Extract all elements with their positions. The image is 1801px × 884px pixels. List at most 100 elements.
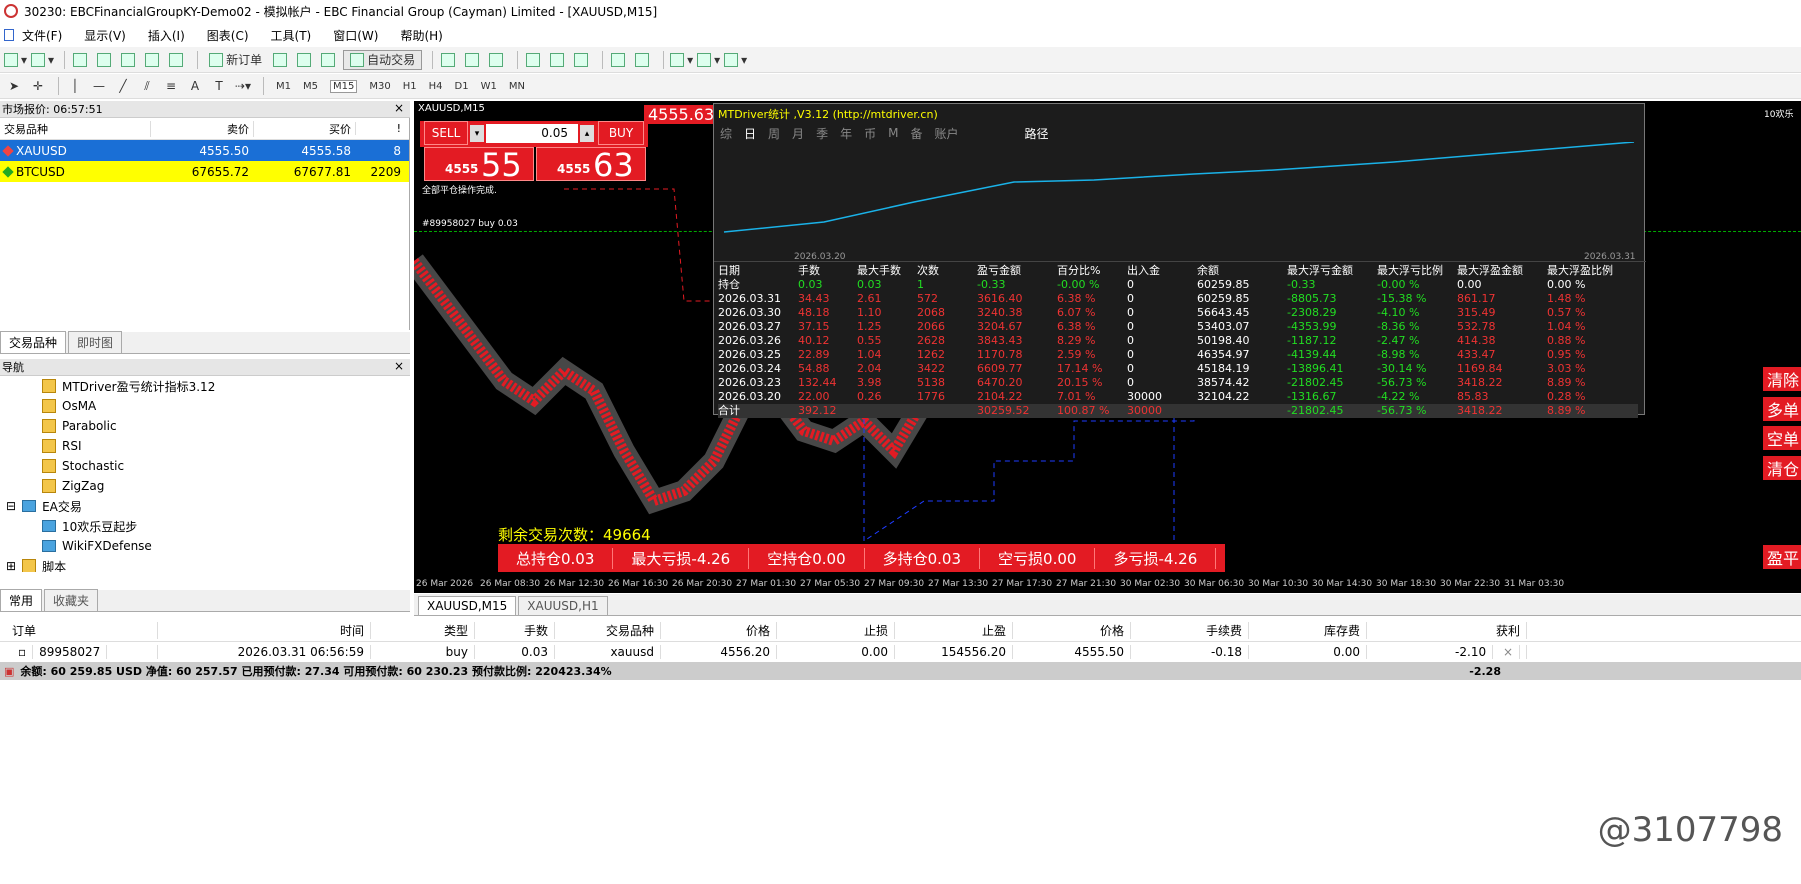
text-tool[interactable]: A [185, 76, 205, 96]
vps-button[interactable] [319, 50, 339, 70]
terminal-toggle[interactable] [143, 50, 163, 70]
sell-order-button[interactable]: 空单 [1763, 426, 1801, 450]
menu-window[interactable]: 窗口(W) [333, 27, 378, 44]
menu-help[interactable]: 帮助(H) [400, 27, 442, 44]
tf-d1[interactable]: D1 [455, 81, 469, 92]
crosshair-tool[interactable]: ✛ [28, 76, 48, 96]
tree-item[interactable]: OsMA [0, 396, 410, 416]
tab-favorites[interactable]: 收藏夹 [44, 589, 99, 611]
tab-common[interactable]: 常用 [0, 589, 43, 611]
menu-tools[interactable]: 工具(T) [271, 27, 312, 44]
menu-charts[interactable]: 图表(C) [207, 27, 249, 44]
tf-m1[interactable]: M1 [276, 81, 291, 92]
buy-button[interactable]: BUY [598, 121, 644, 145]
menu-file[interactable]: 文件(F) [22, 27, 62, 44]
data-window-toggle[interactable] [95, 50, 115, 70]
chart-shift-button[interactable] [609, 50, 629, 70]
close-all-button[interactable]: 清仓 [1763, 456, 1801, 480]
metaeditor-button[interactable] [271, 50, 291, 70]
tile-windows-button[interactable] [572, 50, 592, 70]
bar-chart-button[interactable] [439, 50, 459, 70]
fibonacci-tool[interactable]: ≡ [161, 76, 181, 96]
tf-m5[interactable]: M5 [303, 81, 318, 92]
clear-button[interactable]: 清除 [1763, 367, 1801, 391]
new-order-button[interactable]: 新订单 [204, 50, 267, 70]
periods-button[interactable]: ▾ [697, 50, 720, 70]
tf-w1[interactable]: W1 [481, 81, 497, 92]
col-commission[interactable]: 手续费 [1131, 622, 1249, 639]
collapse-icon[interactable]: ⊟ [6, 499, 16, 513]
tree-item[interactable]: WikiFXDefense [0, 536, 410, 556]
close-icon[interactable]: × [394, 359, 404, 373]
tree-item[interactable]: MTDriver盈亏统计指标3.12 [0, 376, 410, 396]
tree-item[interactable]: Parabolic [0, 416, 410, 436]
new-chart-button[interactable]: ▾ [4, 50, 27, 70]
close-order-icon[interactable]: × [1497, 645, 1520, 659]
col-sl[interactable]: 止损 [777, 622, 895, 639]
col-price[interactable]: 价格 [661, 622, 777, 639]
trendline-tool[interactable]: ╱ [113, 76, 133, 96]
symbol-row[interactable]: BTCUSD 67655.72 67677.81 2209 [0, 161, 409, 182]
col-tp[interactable]: 止盈 [895, 622, 1013, 639]
close-icon[interactable]: × [394, 101, 404, 115]
navigator-toggle[interactable] [119, 50, 139, 70]
buy-order-button[interactable]: 多单 [1763, 397, 1801, 421]
horizontal-line-tool[interactable]: — [89, 76, 109, 96]
sell-button[interactable]: SELL [424, 121, 468, 145]
volume-input[interactable]: 0.05 [486, 124, 578, 143]
tf-m15[interactable]: M15 [330, 79, 358, 93]
period-month[interactable]: 月 [792, 125, 804, 142]
label-tool[interactable]: T [209, 76, 229, 96]
path-button[interactable]: 路径 [1025, 125, 1049, 142]
profit-close-button[interactable]: 盈平 [1763, 545, 1801, 569]
col-order[interactable]: 订单 [0, 622, 158, 639]
col-swap[interactable]: 库存费 [1249, 622, 1367, 639]
strategy-tester-toggle[interactable] [167, 50, 187, 70]
symbol-row[interactable]: XAUUSD 4555.50 4555.58 8 [0, 140, 409, 161]
tf-h4[interactable]: H4 [429, 81, 443, 92]
period-magic[interactable]: M [888, 126, 898, 140]
cursor-tool[interactable]: ➤ [4, 76, 24, 96]
col-bid[interactable]: 卖价 [150, 120, 253, 137]
tree-item[interactable]: ⊞ 脚本 [0, 556, 410, 572]
col-current-price[interactable]: 价格 [1013, 622, 1131, 639]
menu-view[interactable]: 显示(V) [84, 27, 126, 44]
tree-item[interactable]: 10欢乐豆起步 [0, 516, 410, 536]
zoom-out-button[interactable] [548, 50, 568, 70]
auto-trading-button[interactable]: 自动交易 [343, 49, 423, 70]
period-week[interactable]: 周 [768, 125, 780, 142]
mtdriver-stats-panel[interactable]: MTDriver统计 ,V3.12 (http://mtdriver.cn) 综… [713, 103, 1646, 418]
col-spread[interactable]: ! [355, 122, 407, 135]
period-day[interactable]: 日 [744, 125, 756, 142]
candlestick-button[interactable] [463, 50, 483, 70]
tf-mn[interactable]: MN [509, 81, 525, 92]
line-chart-button[interactable] [487, 50, 507, 70]
zoom-in-button[interactable] [524, 50, 544, 70]
volume-up-icon[interactable]: ▴ [580, 125, 594, 142]
tab-symbols[interactable]: 交易品种 [0, 331, 67, 353]
profiles-button[interactable]: ▾ [31, 50, 54, 70]
channel-tool[interactable]: ⫽ [137, 76, 157, 96]
tree-item[interactable]: RSI [0, 436, 410, 456]
trade-row[interactable]: ▫ 89958027 2026.03.31 06:56:59 buy 0.03 … [0, 642, 1801, 662]
templates-button[interactable]: ▾ [724, 50, 747, 70]
period-quarter[interactable]: 季 [816, 125, 828, 142]
sell-price[interactable]: 4555 55 [424, 146, 534, 184]
menu-insert[interactable]: 插入(I) [148, 27, 185, 44]
tree-item[interactable]: ⊟ EA交易 [0, 496, 410, 516]
volume-down-icon[interactable]: ▾ [470, 125, 484, 142]
tf-m30[interactable]: M30 [369, 81, 390, 92]
tab-tick-chart[interactable]: 即时图 [68, 331, 123, 353]
col-volume[interactable]: 手数 [475, 622, 555, 639]
col-symbol[interactable]: 交易品种 [0, 121, 150, 137]
tree-item[interactable]: ZigZag [0, 476, 410, 496]
tab-chart-xauusd-m15[interactable]: XAUUSD,M15 [418, 596, 517, 615]
indicators-button[interactable]: ▾ [670, 50, 693, 70]
col-symbol[interactable]: 交易品种 [555, 622, 661, 639]
arrows-tool[interactable]: ⇢▾ [233, 76, 253, 96]
period-currency[interactable]: 币 [864, 125, 876, 142]
col-profit[interactable]: 获利 [1367, 622, 1527, 639]
market-watch-toggle[interactable] [71, 50, 91, 70]
period-year[interactable]: 年 [840, 125, 852, 142]
vertical-line-tool[interactable]: │ [65, 76, 85, 96]
